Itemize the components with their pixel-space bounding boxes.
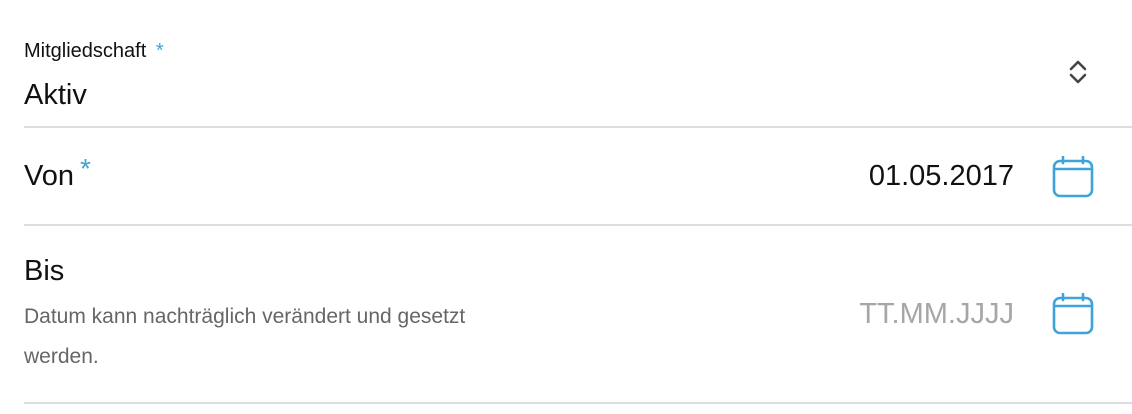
divider: [24, 402, 1132, 404]
membership-label: Mitgliedschaft *: [24, 40, 164, 63]
until-hint: Datum kann nachträglich verändert und ge…: [24, 305, 466, 368]
required-marker: *: [155, 40, 164, 62]
from-date-row: Von * 01.05.2017: [24, 128, 1132, 224]
membership-value: Aktiv: [24, 79, 87, 111]
required-marker: *: [80, 153, 91, 184]
membership-select[interactable]: Mitgliedschaft * Aktiv: [24, 0, 1132, 126]
until-date-input[interactable]: TT.MM.JJJJ: [859, 298, 1014, 331]
select-arrows-icon[interactable]: [1067, 57, 1089, 87]
calendar-icon[interactable]: [1052, 293, 1094, 335]
until-date-row: Bis Datum kann nachträglich verändert un…: [24, 226, 1132, 402]
from-label: Von *: [24, 153, 91, 193]
membership-label-text: Mitgliedschaft: [24, 40, 147, 62]
until-label: Bis: [24, 255, 65, 287]
from-date-input[interactable]: 01.05.2017: [869, 160, 1014, 193]
from-label-text: Von: [24, 160, 74, 192]
calendar-icon[interactable]: [1052, 156, 1094, 198]
